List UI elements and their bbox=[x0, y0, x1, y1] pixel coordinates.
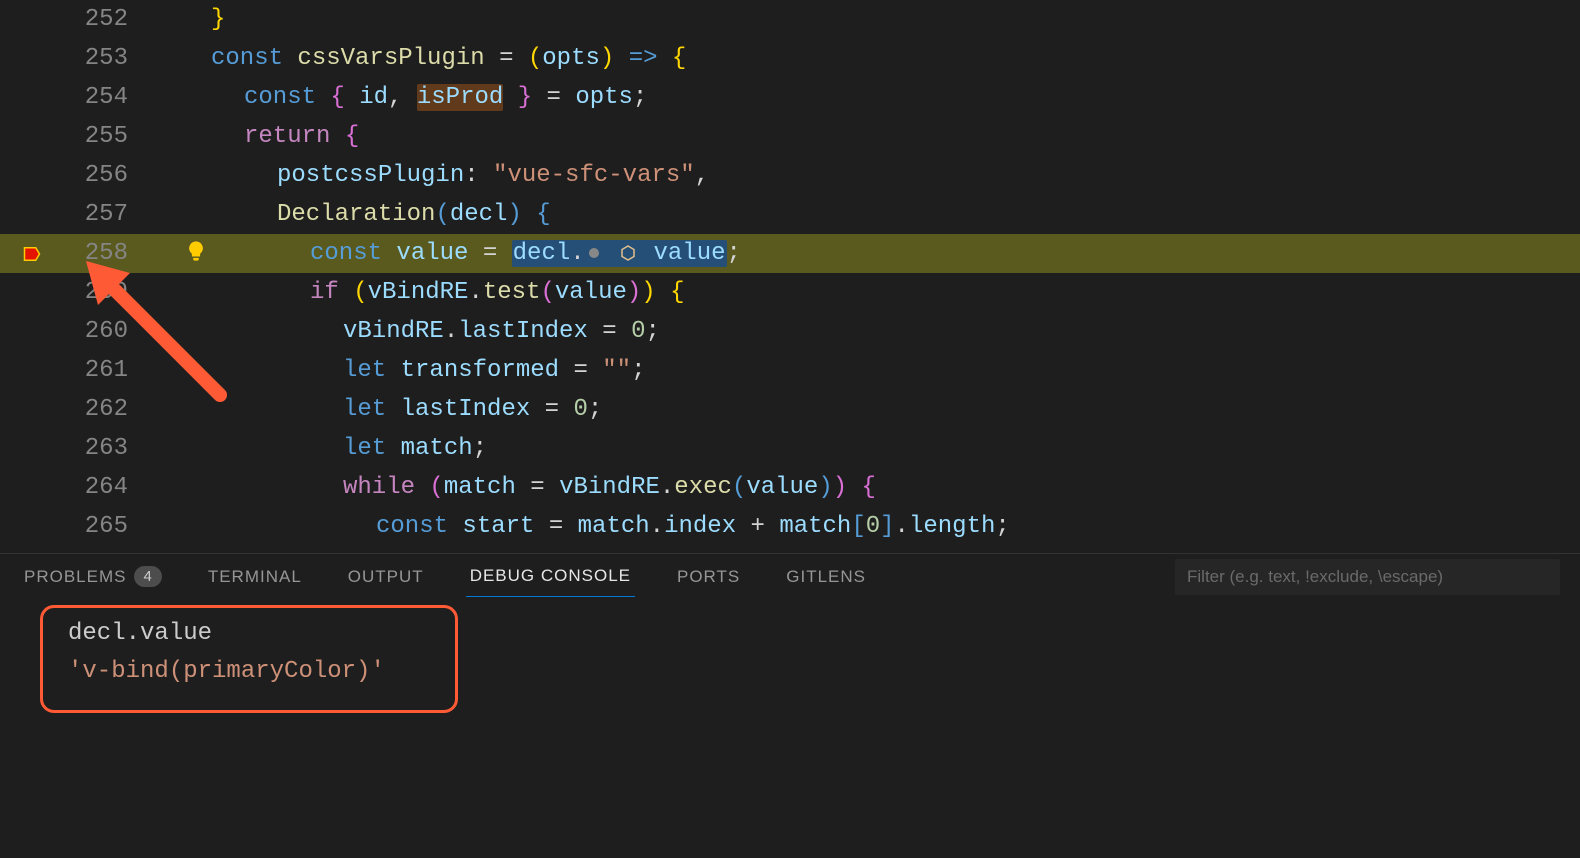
code-content[interactable]: let lastIndex = 0; bbox=[154, 396, 1580, 423]
code-content[interactable]: if (vBindRE.test(value)) { bbox=[154, 279, 1580, 306]
code-content[interactable]: const value = decl. value; bbox=[154, 240, 1580, 267]
code-line[interactable]: 263let match; bbox=[0, 429, 1580, 468]
tab-output[interactable]: OUTPUT bbox=[344, 557, 428, 597]
object-dot-icon bbox=[588, 247, 600, 259]
code-line[interactable]: 254const { id, isProd } = opts; bbox=[0, 78, 1580, 117]
code-line[interactable]: 265const start = match.index + match[0].… bbox=[0, 507, 1580, 546]
tab-gitlens-label: GITLENS bbox=[786, 567, 866, 587]
code-line[interactable]: 261let transformed = ""; bbox=[0, 351, 1580, 390]
code-line[interactable]: 259if (vBindRE.test(value)) { bbox=[0, 273, 1580, 312]
debug-inline-expression[interactable]: decl. value bbox=[512, 240, 727, 267]
line-number[interactable]: 255 bbox=[16, 123, 154, 150]
code-line[interactable]: 255return { bbox=[0, 117, 1580, 156]
line-number[interactable]: 257 bbox=[16, 201, 154, 228]
console-filter-input[interactable] bbox=[1175, 559, 1560, 595]
tab-ports-label: PORTS bbox=[677, 567, 740, 587]
code-line[interactable]: 253const cssVarsPlugin = (opts) => { bbox=[0, 39, 1580, 78]
code-editor[interactable]: 252}253const cssVarsPlugin = (opts) => {… bbox=[0, 0, 1580, 553]
code-content[interactable]: } bbox=[154, 6, 1580, 33]
code-content[interactable]: let transformed = ""; bbox=[154, 357, 1580, 384]
code-line[interactable]: 258const value = decl. value; bbox=[0, 234, 1580, 273]
line-number[interactable]: 256 bbox=[16, 162, 154, 189]
console-result: 'v-bind(primaryColor)' bbox=[28, 653, 1552, 691]
line-number[interactable]: 260 bbox=[16, 318, 154, 345]
code-line[interactable]: 260vBindRE.lastIndex = 0; bbox=[0, 312, 1580, 351]
tab-output-label: OUTPUT bbox=[348, 567, 424, 587]
line-number[interactable]: 265 bbox=[16, 513, 154, 540]
line-number[interactable]: 254 bbox=[16, 84, 154, 111]
panel-tabs: PROBLEMS 4 TERMINAL OUTPUT DEBUG CONSOLE… bbox=[0, 554, 1580, 599]
console-expression: decl.value bbox=[28, 615, 1552, 653]
code-line[interactable]: 257Declaration(decl) { bbox=[0, 195, 1580, 234]
debug-console-output[interactable]: decl.value 'v-bind(primaryColor)' bbox=[0, 599, 1580, 707]
tab-ports[interactable]: PORTS bbox=[673, 557, 744, 597]
code-content[interactable]: postcssPlugin: "vue-sfc-vars", bbox=[154, 162, 1580, 189]
tab-problems[interactable]: PROBLEMS 4 bbox=[20, 556, 166, 597]
code-content[interactable]: return { bbox=[154, 123, 1580, 150]
line-number[interactable]: 253 bbox=[16, 45, 154, 72]
code-line[interactable]: 264while (match = vBindRE.exec(value)) { bbox=[0, 468, 1580, 507]
code-content[interactable]: Declaration(decl) { bbox=[154, 201, 1580, 228]
code-content[interactable]: vBindRE.lastIndex = 0; bbox=[154, 318, 1580, 345]
lightbulb-icon[interactable] bbox=[185, 240, 209, 264]
line-number[interactable]: 261 bbox=[16, 357, 154, 384]
line-number[interactable]: 264 bbox=[16, 474, 154, 501]
code-content[interactable]: const cssVarsPlugin = (opts) => { bbox=[154, 45, 1580, 72]
tab-gitlens[interactable]: GITLENS bbox=[782, 557, 870, 597]
highlighted-symbol: isProd bbox=[417, 84, 503, 111]
bottom-panel: PROBLEMS 4 TERMINAL OUTPUT DEBUG CONSOLE… bbox=[0, 553, 1580, 858]
code-content[interactable]: const { id, isProd } = opts; bbox=[154, 84, 1580, 111]
current-execution-icon[interactable] bbox=[22, 244, 42, 264]
problems-count-badge: 4 bbox=[134, 566, 161, 587]
tab-debug-console-label: DEBUG CONSOLE bbox=[470, 566, 631, 586]
line-number[interactable]: 262 bbox=[16, 396, 154, 423]
tab-terminal-label: TERMINAL bbox=[208, 567, 302, 587]
tab-terminal[interactable]: TERMINAL bbox=[204, 557, 306, 597]
tab-debug-console[interactable]: DEBUG CONSOLE bbox=[466, 556, 635, 597]
code-line[interactable]: 262let lastIndex = 0; bbox=[0, 390, 1580, 429]
property-hex-icon bbox=[620, 245, 636, 261]
code-line[interactable]: 252} bbox=[0, 0, 1580, 39]
code-line[interactable]: 256postcssPlugin: "vue-sfc-vars", bbox=[0, 156, 1580, 195]
code-content[interactable]: let match; bbox=[154, 435, 1580, 462]
tab-problems-label: PROBLEMS bbox=[24, 567, 126, 587]
line-number[interactable]: 259 bbox=[16, 279, 154, 306]
code-content[interactable]: while (match = vBindRE.exec(value)) { bbox=[154, 474, 1580, 501]
line-number[interactable]: 252 bbox=[16, 6, 154, 33]
code-content[interactable]: const start = match.index + match[0].len… bbox=[154, 513, 1580, 540]
line-number[interactable]: 263 bbox=[16, 435, 154, 462]
